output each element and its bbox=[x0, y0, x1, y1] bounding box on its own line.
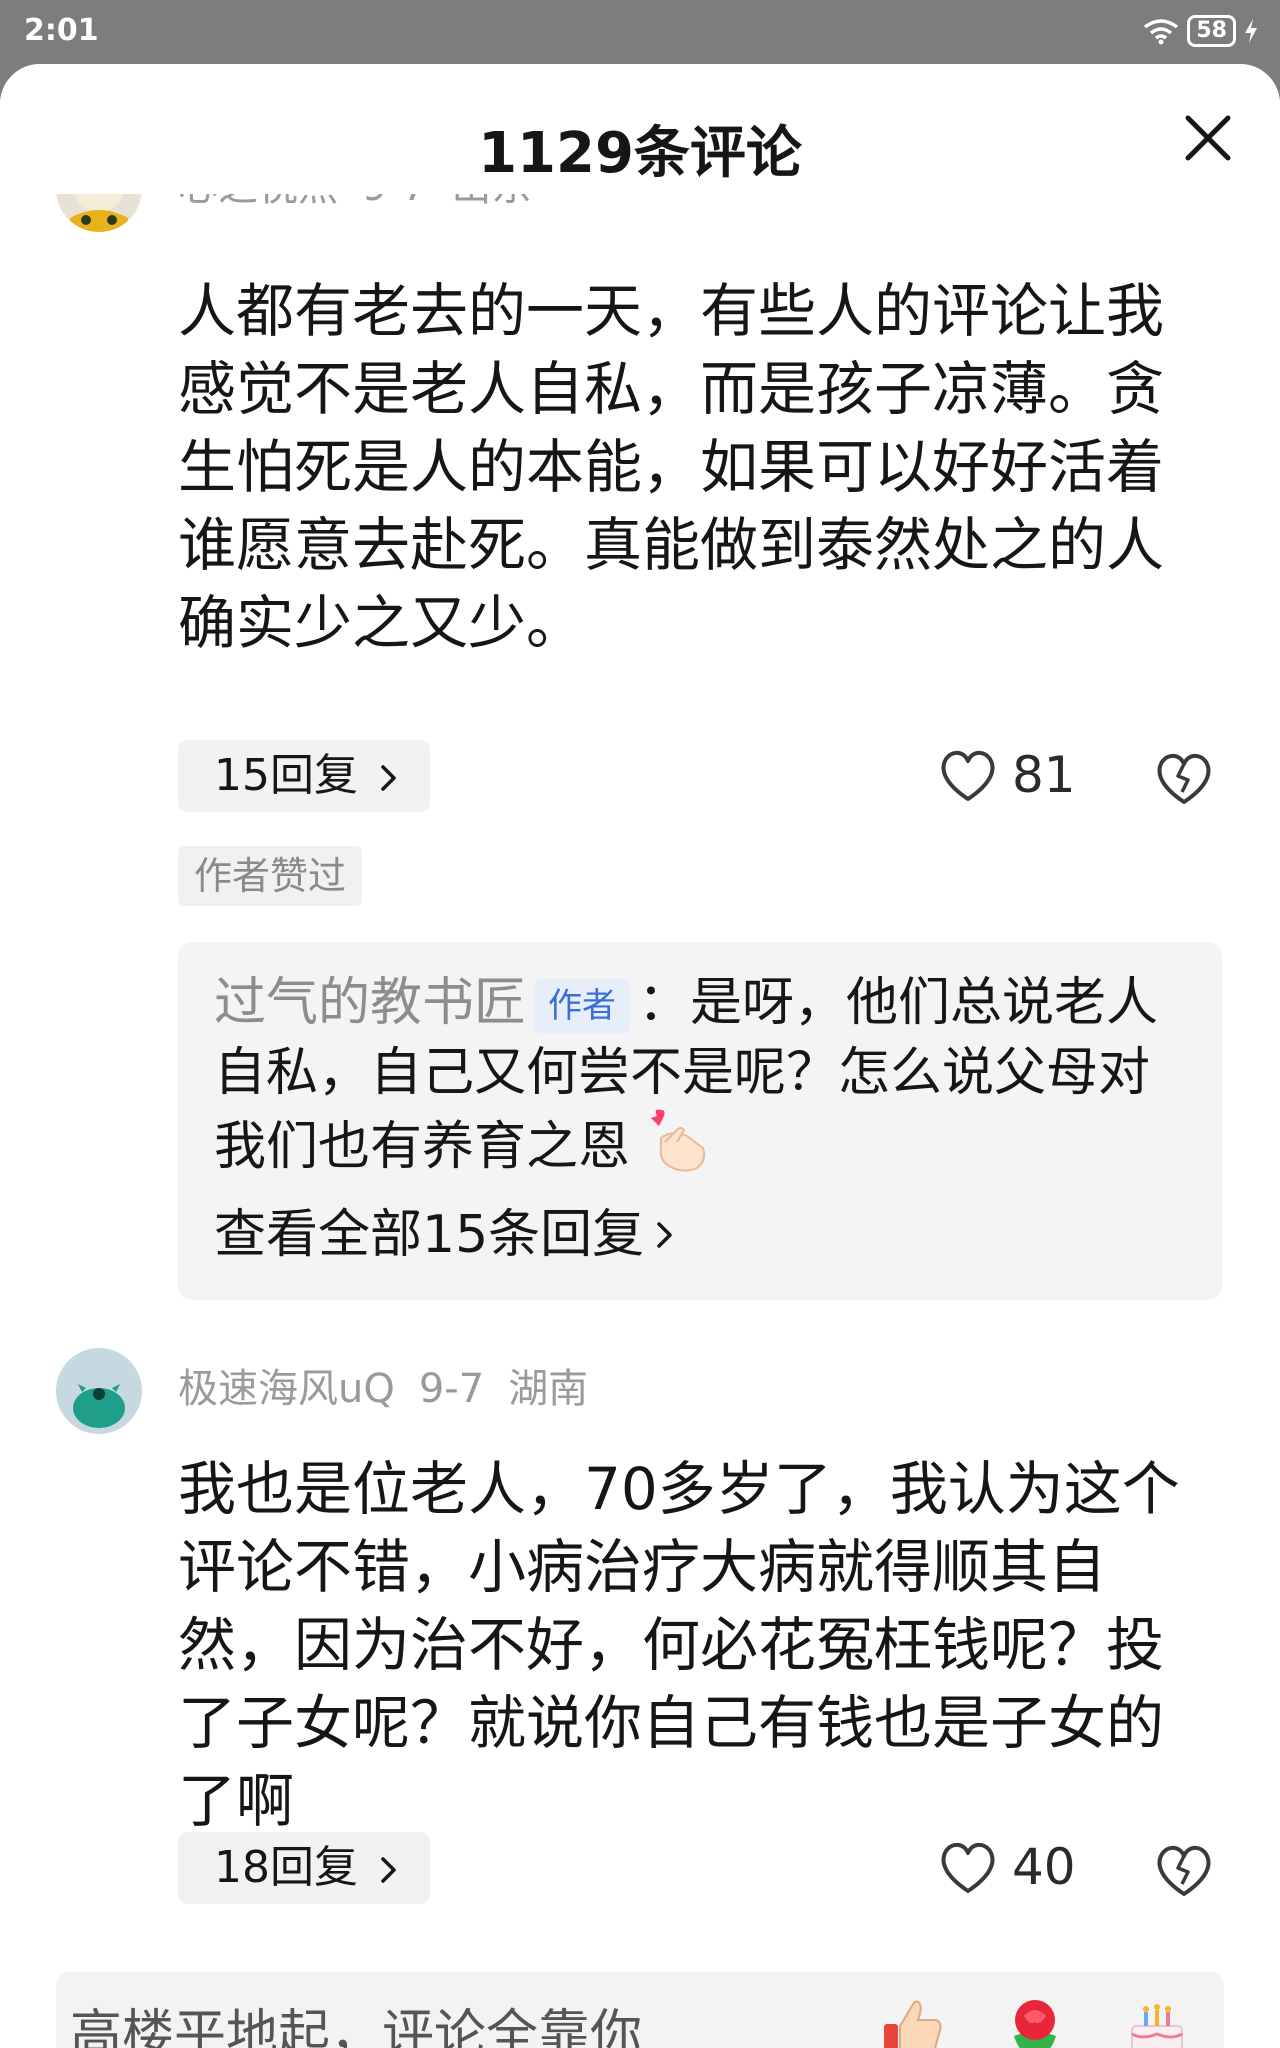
chevron-right-icon bbox=[381, 765, 396, 791]
status-time: 2:01 bbox=[24, 13, 99, 48]
broken-heart-icon[interactable] bbox=[1154, 1842, 1214, 1898]
reply-text-block: 过气的教书匠 作者 ：是呀，他们总说老人自私，自己又何尝不是呢？怎么说父母对我们也有… bbox=[214, 968, 1188, 1182]
reply-count-label: 15回复 bbox=[214, 750, 358, 801]
comment-date: 9-7 bbox=[362, 194, 427, 210]
avatar[interactable] bbox=[56, 1348, 142, 1434]
battery-level: 58 bbox=[1187, 15, 1236, 47]
comment-text[interactable]: 人都有老去的一天，有些人的评论让我感觉不是老人自私，而是孩子凉薄。贪生怕死是人的… bbox=[178, 272, 1198, 662]
author-badge: 作者 bbox=[534, 979, 631, 1033]
comment-text[interactable]: 我也是位老人，70多岁了，我认为这个评论不错，小病治疗大病就得顺其自然，因为治不… bbox=[178, 1450, 1198, 1840]
close-icon[interactable] bbox=[1176, 106, 1240, 170]
view-all-label: 查看全部15条回复 bbox=[214, 1205, 645, 1265]
reply-count-button[interactable]: 18回复 bbox=[178, 1832, 430, 1904]
comments-sheet: 1129条评论 心之悦然9-7山东 人都有老去的一天，有 bbox=[0, 64, 1280, 2048]
comment-meta: 心之悦然 9-7 山东 bbox=[178, 194, 555, 212]
comment-list[interactable]: 心之悦然 9-7 山东 人都有老去的一天，有些人的评论让我感觉不是老人自私，而是孩子… bbox=[0, 194, 1280, 1954]
comment-username[interactable]: 心之悦然 bbox=[178, 194, 338, 210]
comment-date: 9-7 bbox=[418, 1366, 485, 1412]
comment-username[interactable]: 极速海风uQ bbox=[178, 1366, 395, 1412]
reply-username[interactable]: 过气的教书匠 bbox=[214, 973, 526, 1033]
comment-meta: 极速海风uQ 9-7 湖南 bbox=[178, 1356, 612, 1414]
like-count: 40 bbox=[1012, 1838, 1076, 1896]
reply-preview[interactable]: 过气的教书匠 作者 ：是呀，他们总说老人自私，自己又何尝不是呢？怎么说父母对我们也有… bbox=[178, 942, 1222, 1300]
wifi-icon bbox=[1144, 19, 1179, 45]
sheet-header: 1129条评论 bbox=[0, 64, 1280, 194]
like-button[interactable]: 40 bbox=[938, 1838, 1076, 1896]
like-button[interactable]: 81 bbox=[938, 746, 1076, 804]
reply-count-button[interactable]: 15回复 bbox=[178, 740, 430, 812]
like-count: 81 bbox=[1012, 746, 1076, 804]
avatar[interactable] bbox=[56, 194, 142, 232]
charging-icon bbox=[1245, 19, 1257, 43]
heart-icon bbox=[941, 750, 995, 801]
reply-count-label: 18回复 bbox=[214, 1842, 358, 1893]
comment-location: 山东 bbox=[451, 194, 531, 210]
status-icons: 58 bbox=[1143, 14, 1258, 48]
comment-location: 湖南 bbox=[508, 1366, 589, 1412]
comment-input-bar: 高楼平地起，评论全靠你 bbox=[0, 1954, 1280, 2048]
chevron-right-icon bbox=[381, 1857, 396, 1883]
thumbs-up-emoji-icon[interactable] bbox=[878, 1992, 948, 2048]
broken-heart-icon[interactable] bbox=[1154, 750, 1214, 806]
page-title: 1129条评论 bbox=[478, 121, 802, 186]
birthday-cake-emoji-icon[interactable] bbox=[1122, 1992, 1192, 2048]
finger-heart-emoji-icon bbox=[650, 1109, 705, 1172]
comment-input-placeholder: 高楼平地起，评论全靠你 bbox=[70, 2005, 643, 2048]
status-bar: 2:01 58 bbox=[0, 0, 1280, 64]
view-all-replies-link[interactable]: 查看全部15条回复 bbox=[214, 1200, 1188, 1270]
chevron-right-icon bbox=[657, 1222, 672, 1248]
comment-input[interactable]: 高楼平地起，评论全靠你 bbox=[56, 1972, 1224, 2048]
rose-emoji-icon[interactable] bbox=[1000, 1992, 1070, 2048]
heart-icon bbox=[941, 1842, 995, 1893]
author-liked-badge: 作者赞过 bbox=[178, 846, 363, 906]
